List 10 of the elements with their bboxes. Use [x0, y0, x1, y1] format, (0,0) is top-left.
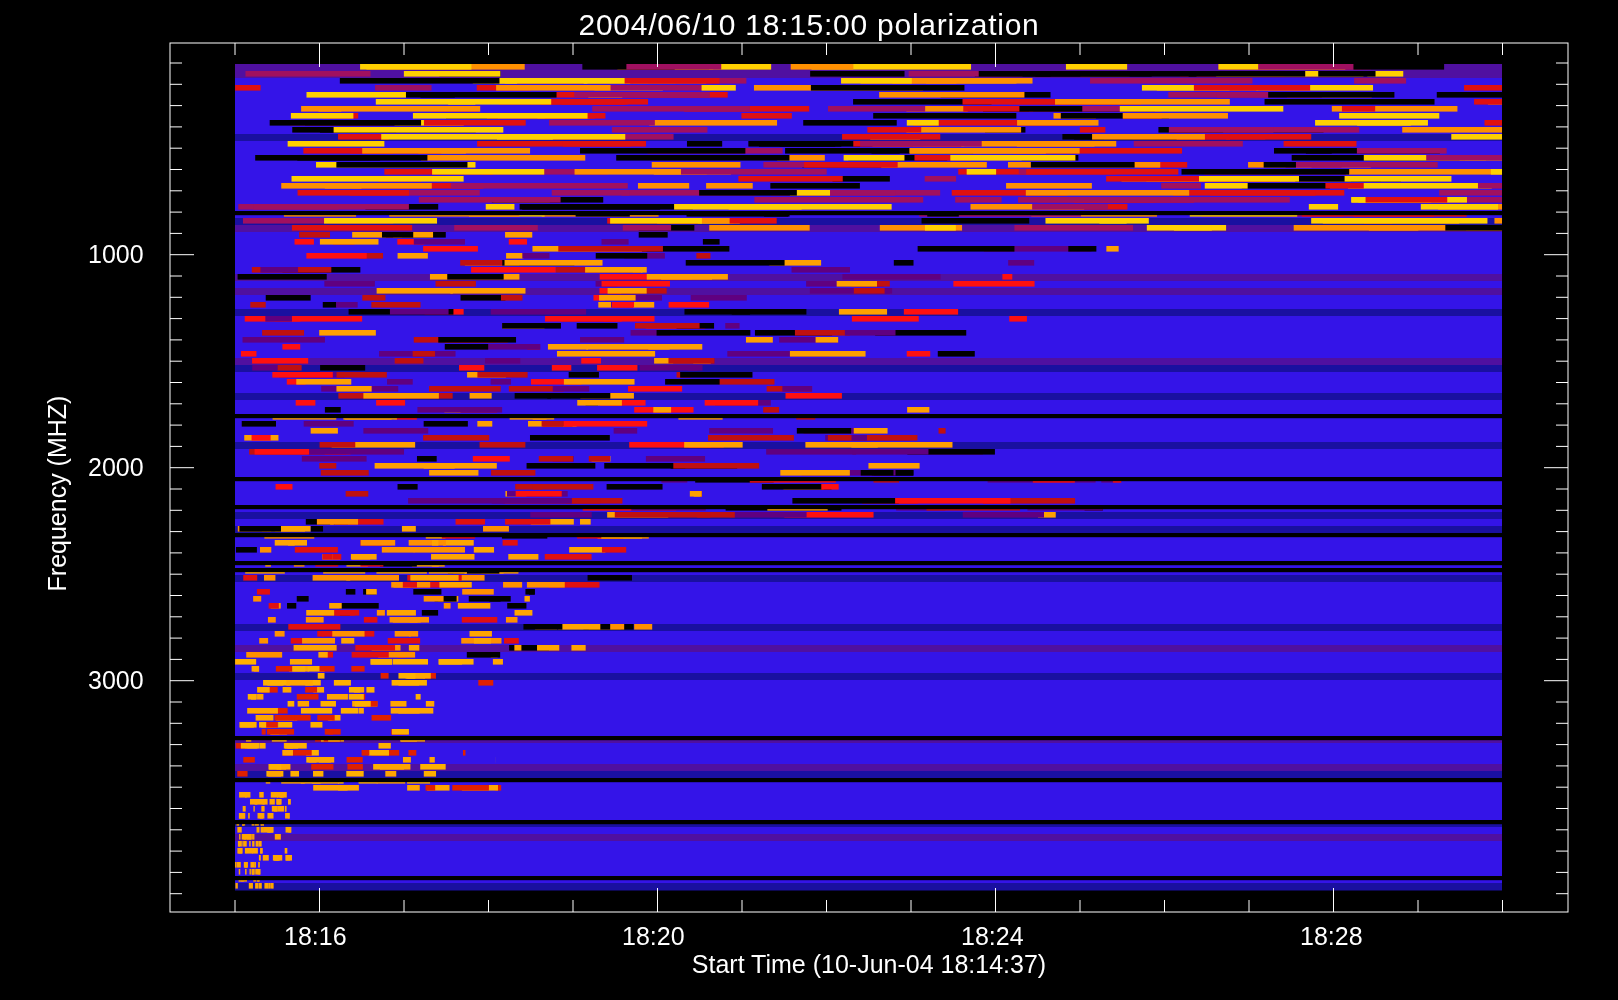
x-tick-label: 18:20 [622, 924, 685, 949]
x-tick-label: 18:24 [961, 924, 1024, 949]
y-axis-label: Frequency (MHZ) [44, 394, 70, 594]
x-tick-label: 18:16 [284, 924, 347, 949]
x-tick-label: 18:28 [1300, 924, 1363, 949]
x-axis-label: Start Time (10-Jun-04 18:14:37) [691, 952, 1047, 977]
y-tick-label: 2000 [88, 455, 144, 480]
chart-title: 2004/06/10 18:15:00 polarization [578, 7, 1040, 43]
y-tick-label: 3000 [88, 668, 144, 693]
y-tick-label: 1000 [88, 242, 144, 267]
